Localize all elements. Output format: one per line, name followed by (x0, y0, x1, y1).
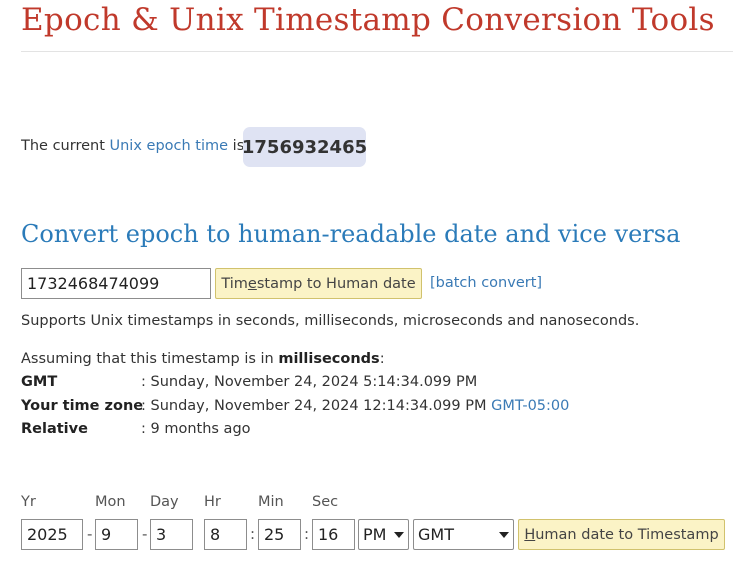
ampm-select[interactable]: PM (358, 519, 409, 550)
current-epoch-text: The current Unix epoch time is (21, 138, 244, 154)
gmt-label: GMT (21, 374, 58, 390)
assuming-text: Assuming that this timestamp is in milli… (21, 351, 385, 367)
day-input[interactable]: 3 (150, 519, 193, 550)
unix-epoch-time-link[interactable]: Unix epoch time (110, 138, 229, 154)
second-label: Sec (312, 494, 339, 510)
hour-label: Hr (204, 494, 221, 510)
button-text-accesskey: H (524, 526, 536, 543)
supports-text: Supports Unix timestamps in seconds, mil… (21, 313, 640, 329)
assuming-unit: milliseconds (278, 351, 380, 367)
chevron-down-icon (394, 531, 404, 538)
assuming-suffix: : (379, 351, 385, 367)
chevron-down-icon (499, 531, 509, 538)
relative-label: Relative (21, 421, 88, 437)
current-epoch-value: 1756932465 (242, 127, 367, 167)
time-separator-1: : (250, 525, 256, 543)
date-separator-2: - (142, 525, 148, 543)
timestamp-input[interactable]: 1732468474099 (21, 268, 211, 299)
title-divider (21, 51, 733, 52)
hour-input[interactable]: 8 (204, 519, 247, 550)
timezone-select[interactable]: GMT (413, 519, 514, 550)
date-separator-1: - (87, 525, 93, 543)
month-input[interactable]: 9 (95, 519, 138, 550)
time-separator-2: : (304, 525, 310, 543)
minute-input[interactable]: 25 (258, 519, 301, 550)
button-text-post: uman date to Timestamp (535, 526, 719, 543)
gmt-value: : Sunday, November 24, 2024 5:14:34.099 … (141, 374, 478, 390)
button-text-post: stamp to Human date (256, 275, 416, 292)
relative-value: : 9 months ago (141, 421, 251, 437)
convert-heading: Convert epoch to human-readable date and… (21, 220, 681, 248)
button-text-pre: Tim (221, 275, 248, 292)
batch-convert-link[interactable]: [batch convert] (430, 275, 542, 291)
month-label: Mon (95, 494, 126, 510)
second-input[interactable]: 16 (312, 519, 355, 550)
timezone-value: GMT (418, 525, 454, 544)
year-input[interactable]: 2025 (21, 519, 83, 550)
year-label: Yr (21, 494, 36, 510)
assuming-prefix: Assuming that this timestamp is in (21, 351, 274, 367)
minute-label: Min (258, 494, 284, 510)
day-label: Day (150, 494, 179, 510)
human-to-timestamp-button[interactable]: Human date to Timestamp (518, 519, 725, 550)
your-timezone-label: Your time zone (21, 398, 144, 414)
timestamp-to-human-button[interactable]: Tim e stamp to Human date (215, 268, 422, 299)
ampm-value: PM (363, 525, 387, 544)
current-prefix: The current (21, 138, 105, 154)
your-timezone-value: : Sunday, November 24, 2024 12:14:34.099… (141, 398, 569, 414)
timezone-offset-link[interactable]: GMT-05:00 (491, 398, 569, 414)
button-text-accesskey: e (247, 275, 257, 292)
page-title: Epoch & Unix Timestamp Conversion Tools (21, 2, 715, 38)
your-timezone-date: : Sunday, November 24, 2024 12:14:34.099… (141, 398, 487, 414)
